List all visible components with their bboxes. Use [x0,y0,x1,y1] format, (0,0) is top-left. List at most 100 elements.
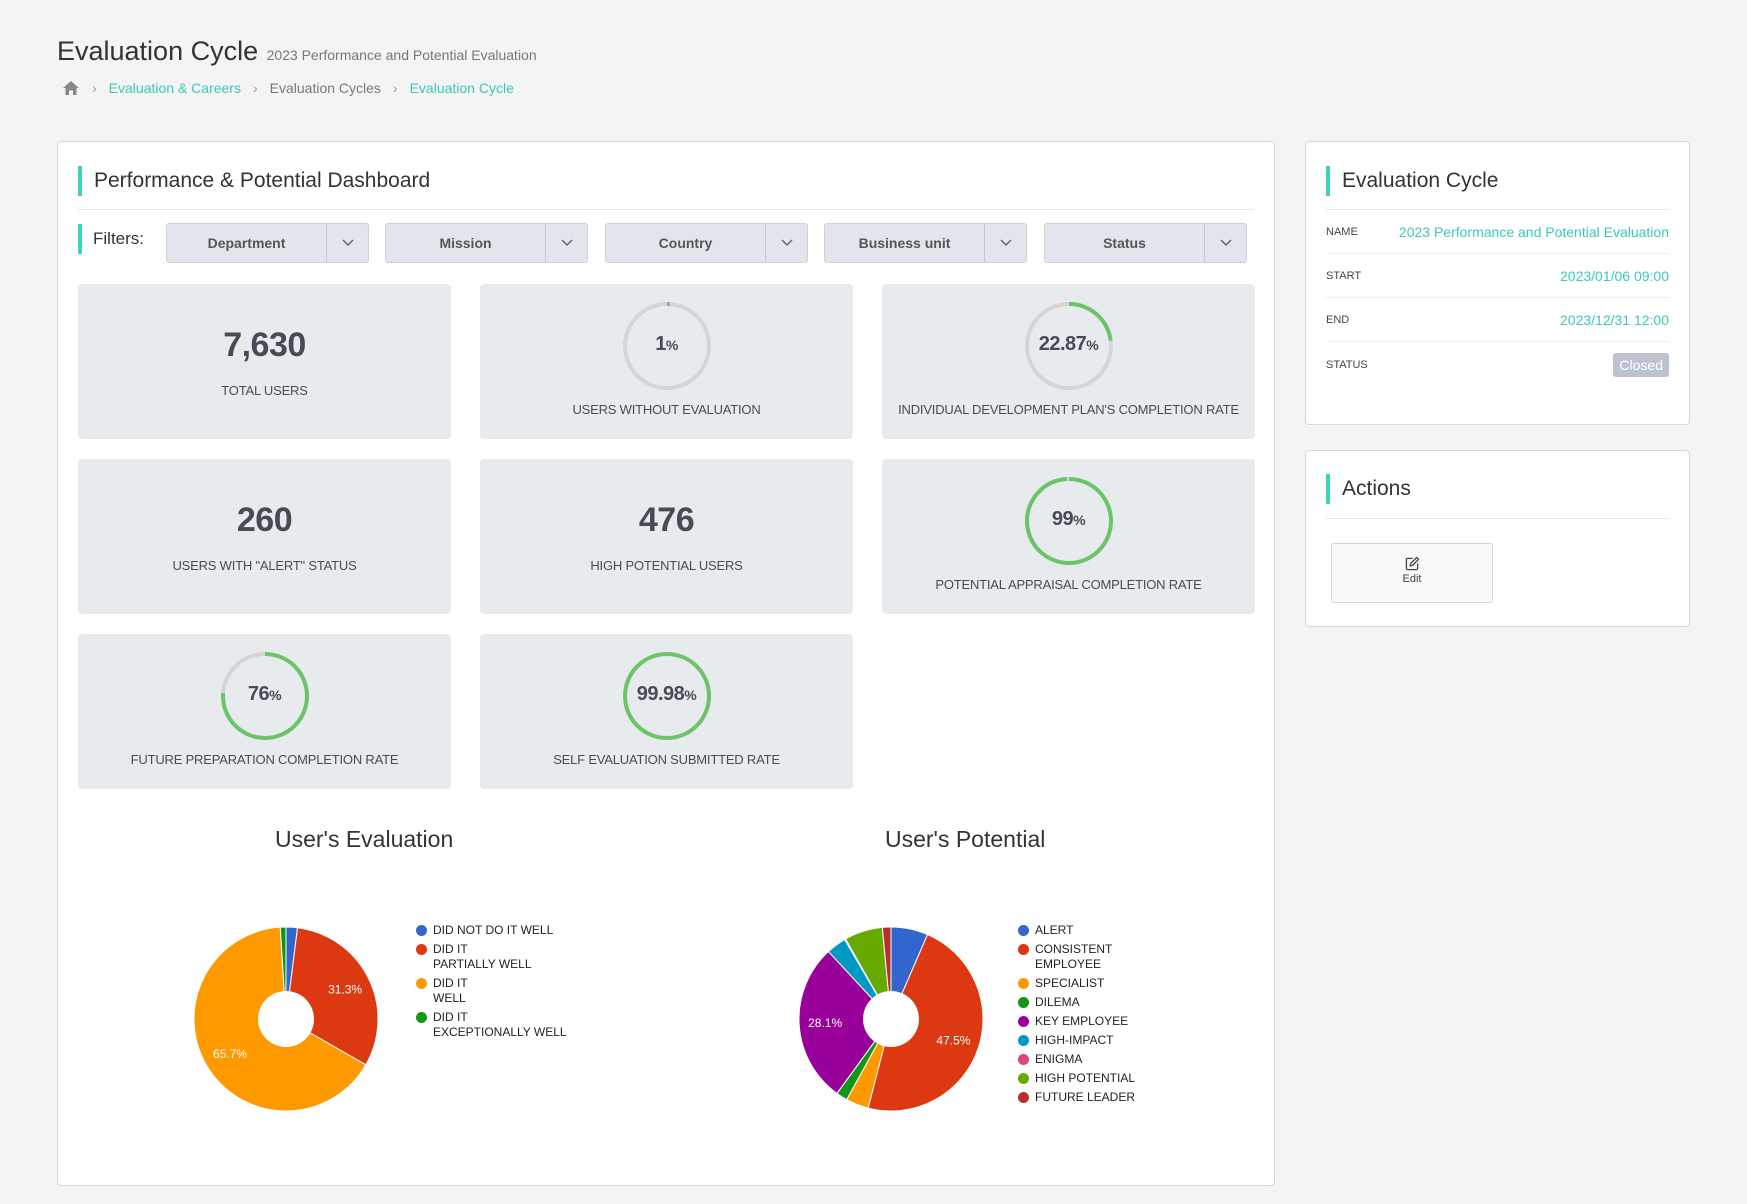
legend-dot-icon [1018,1073,1029,1084]
info-row-name: NAME 2023 Performance and Potential Eval… [1326,210,1669,254]
legend-item[interactable]: HIGH POTENTIAL [1018,1071,1135,1086]
filter-label: Business unit [858,235,951,251]
edit-button[interactable]: Edit [1331,543,1493,603]
info-key: START [1326,269,1362,282]
chevron-down-icon[interactable] [545,224,587,262]
legend-item[interactable]: DILEMA [1018,995,1135,1010]
breadcrumb-separator-icon: › [392,80,398,96]
legend-item[interactable]: DID IT WELL [416,976,567,1006]
legend-dot-icon [1018,997,1029,1008]
legend-label: ENIGMA [1035,1052,1083,1066]
breadcrumb-evaluation-cycle[interactable]: Evaluation Cycle [410,80,514,96]
filter-mission[interactable]: Mission [385,223,588,263]
info-row-start: START 2023/01/06 09:00 [1326,254,1669,298]
filter-country[interactable]: Country [605,223,808,263]
filters-label: Filters: [78,224,144,254]
gauge-value: 1% [655,333,678,355]
legend-dot-icon [1018,1016,1029,1027]
filter-label: Status [1103,235,1146,251]
legend-label: DID IT EXCEPTIONALLY WELL [433,1010,567,1039]
legend-dot-icon [1018,1035,1029,1046]
gauge-value: 22.87% [1038,333,1099,355]
info-row-status: STATUS Closed [1326,343,1669,387]
legend-item[interactable]: DID NOT DO IT WELL [416,923,567,938]
home-icon[interactable] [62,80,80,96]
legend-item[interactable]: DID IT PARTIALLY WELL [416,942,567,972]
chevron-down-icon[interactable] [765,224,807,262]
breadcrumb-evaluation-cycles[interactable]: Evaluation Cycles [270,80,381,96]
evaluation-cycle-title: Evaluation Cycle [1326,166,1498,196]
gauge: 99% [1023,475,1115,567]
high-potential-users-value: 476 [638,501,695,539]
tile-future-preparation: 76% FUTURE PREPARATION COMPLETION RATE [78,634,451,789]
legend-item[interactable]: KEY EMPLOYEE [1018,1014,1135,1029]
info-value-name[interactable]: 2023 Performance and Potential Evaluatio… [1399,224,1669,240]
legend-label: DID NOT DO IT WELL [433,923,554,937]
breadcrumb: › Evaluation & Careers › Evaluation Cycl… [62,80,514,96]
donut-hole [863,991,919,1047]
total-users-caption: TOTAL USERS [221,383,308,398]
tile-total-users: 7,630 TOTAL USERS [78,284,451,439]
filter-business-unit[interactable]: Business unit [824,223,1027,263]
alert-users-value: 260 [236,501,293,539]
filter-status[interactable]: Status [1044,223,1247,263]
legend-item[interactable]: ALERT [1018,923,1135,938]
legend-label: ALERT [1035,923,1074,937]
divider [1326,518,1669,519]
alert-users-caption: USERS WITH "ALERT" STATUS [172,558,357,573]
divider [78,209,1254,210]
chevron-down-icon[interactable] [326,224,368,262]
donut-hole [258,991,314,1047]
pie-data-label: 47.5% [936,1033,970,1047]
legend-item[interactable]: ENIGMA [1018,1052,1135,1067]
tile-alert-users: 260 USERS WITH "ALERT" STATUS [78,459,451,614]
gauge: 99.98% [621,650,713,742]
tile-idp-completion: 22.87% INDIVIDUAL DEVELOPMENT PLAN'S COM… [882,284,1255,439]
legend-item[interactable]: FUTURE LEADER [1018,1090,1135,1105]
chevron-down-icon[interactable] [984,224,1026,262]
evaluation-pie-chart: 31.3% 65.7% [193,926,379,1112]
high-potential-users-caption: HIGH POTENTIAL USERS [590,558,743,573]
legend-label: DID IT WELL [433,976,468,1005]
gauge-value: 99.98% [636,683,697,705]
edit-label: Edit [1402,573,1422,585]
self-evaluation-caption: SELF EVALUATION SUBMITTED RATE [553,752,780,767]
legend-dot-icon [416,978,427,989]
legend-label: KEY EMPLOYEE [1035,1014,1129,1028]
info-key: STATUS [1326,359,1368,371]
info-key: NAME [1326,225,1358,238]
filter-label: Department [207,235,286,251]
info-row-end: END 2023/12/31 12:00 [1326,298,1669,342]
breadcrumb-evaluation-careers[interactable]: Evaluation & Careers [109,80,241,96]
potential-appraisal-caption: POTENTIAL APPRAISAL COMPLETION RATE [935,577,1202,592]
legend-dot-icon [416,925,427,936]
breadcrumb-separator-icon: › [252,80,258,96]
legend-dot-icon [416,944,427,955]
actions-card: Actions Edit [1305,450,1690,627]
legend-label: HIGH POTENTIAL [1035,1071,1136,1085]
gauge: 76% [219,650,311,742]
users-without-evaluation-caption: USERS WITHOUT EVALUATION [572,402,761,417]
status-badge: Closed [1613,353,1669,377]
legend-item[interactable]: DID IT EXCEPTIONALLY WELL [416,1010,567,1040]
total-users-value: 7,630 [223,326,306,364]
legend-item[interactable]: HIGH-IMPACT [1018,1033,1135,1048]
idp-completion-caption: INDIVIDUAL DEVELOPMENT PLAN'S COMPLETION… [898,402,1239,417]
tile-self-evaluation: 99.98% SELF EVALUATION SUBMITTED RATE [480,634,853,789]
legend-item[interactable]: CONSISTENT EMPLOYEE [1018,942,1135,972]
filter-department[interactable]: Department [166,223,369,263]
chart-title-evaluation: User's Evaluation [275,826,454,852]
info-key: END [1326,313,1350,326]
chart-title-potential: User's Potential [885,826,1046,852]
chevron-down-icon[interactable] [1204,224,1246,262]
legend-item[interactable]: SPECIALIST [1018,976,1135,991]
evaluation-legend: DID NOT DO IT WELL DID IT PARTIALLY WELL DI… [416,923,567,1044]
actions-title: Actions [1326,474,1411,504]
pie-data-label: 31.3% [328,983,362,997]
page-header: Evaluation Cycle 2023 Performance and Po… [57,36,537,67]
info-value-end: 2023/12/31 12:00 [1560,311,1669,328]
pie-data-label: 65.7% [213,1047,247,1061]
tile-users-without-evaluation: 1% USERS WITHOUT EVALUATION [480,284,853,439]
gauge-value: 76% [247,683,282,705]
legend-dot-icon [1018,925,1029,936]
